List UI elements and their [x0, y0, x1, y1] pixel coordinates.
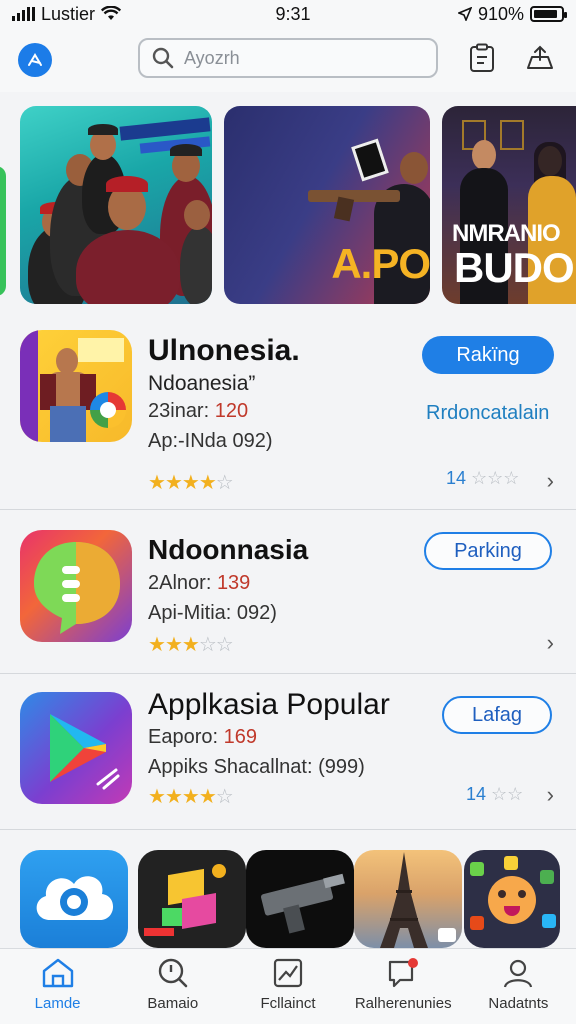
wifi-icon — [101, 6, 122, 20]
app-subtitle: Ndoanesia” — [148, 372, 256, 395]
app-list: Ulnonesia. Ndoanesia” 23inar: 120 Ap:-IN… — [0, 318, 576, 830]
banner-action-title: A.PO — [331, 240, 430, 287]
ranking-button[interactable]: Rakïng — [422, 336, 554, 374]
battery-icon — [530, 6, 567, 22]
parking-button[interactable]: Parking — [424, 532, 552, 570]
chevron-right-icon[interactable]: › — [547, 468, 554, 494]
app-title: Ndoonnasia — [148, 534, 309, 565]
category-link[interactable]: Rrdoncatalain — [426, 402, 549, 425]
app-header — [0, 28, 576, 92]
tab-label: Nadatnts — [488, 995, 549, 1012]
app-title: Ulnonesia. — [148, 334, 300, 367]
banner-drama-line2: BUDORI — [454, 244, 576, 291]
app-icon[interactable] — [20, 330, 132, 442]
profile-icon — [504, 959, 533, 988]
app-icon[interactable] — [20, 692, 132, 804]
share-icon[interactable] — [524, 42, 556, 74]
signal-icon — [12, 7, 35, 21]
blocks-game-icon[interactable] — [138, 850, 246, 948]
location-icon — [457, 7, 472, 21]
chart-icon — [273, 958, 303, 988]
tab-messages[interactable]: Ralherenunies — [346, 949, 461, 1024]
review-count: 14 ☆☆ — [466, 784, 524, 804]
tab-label: Fcllainct — [260, 995, 316, 1012]
status-time: 9:31 — [275, 3, 311, 24]
weapon-game-icon[interactable] — [246, 850, 354, 948]
app-meta: 23inar: 120 — [148, 400, 249, 422]
app-info: Api-Mitia: 092) — [148, 602, 277, 624]
status-bar: Lustier 9:31 910% — [0, 0, 576, 28]
star-rating: ★★★★☆ — [148, 472, 234, 494]
tab-charts[interactable]: Fcllainct — [230, 949, 345, 1024]
search-icon — [152, 47, 174, 69]
cloud-app-icon[interactable] — [20, 850, 128, 948]
featured-carousel[interactable]: A.PO NMRANIO BUDORI — [0, 106, 576, 306]
banner-card-team[interactable] — [20, 106, 212, 304]
list-item[interactable]: Ndoonnasia 2Alnor: 139 Api-Mitia: 092) ★… — [0, 510, 576, 674]
store-logo-icon[interactable] — [18, 43, 52, 77]
app-meta: Eaporo: 169 — [148, 726, 257, 748]
tab-label: Lamde — [34, 995, 81, 1012]
app-title: Applkasia Popular — [148, 688, 390, 721]
tab-label: Bamaio — [147, 995, 199, 1012]
app-icon-strip — [0, 850, 576, 950]
search-input[interactable] — [184, 47, 404, 69]
tab-bar: Lamde Bamaio Fcllainct Ralherenunies Nad… — [0, 948, 576, 1024]
tab-label: Ralherenunies — [354, 995, 452, 1012]
list-item[interactable]: Applkasia Popular Eaporo: 169 Appiks Sha… — [0, 674, 576, 830]
banner-card-partial[interactable] — [0, 166, 6, 296]
star-rating: ★★★☆☆ — [148, 634, 234, 656]
banner-card-action[interactable]: A.PO — [224, 106, 430, 304]
app-info: Appiks Shacallnat: (999) — [148, 756, 365, 778]
list-item[interactable]: Ulnonesia. Ndoanesia” 23inar: 120 Ap:-IN… — [0, 318, 576, 510]
star-rating: ★★★★☆ — [148, 786, 234, 808]
tab-search[interactable]: Bamaio — [115, 949, 230, 1024]
chevron-right-icon[interactable]: › — [547, 782, 554, 808]
review-count: 14 ☆☆☆ — [446, 468, 520, 488]
tower-app-icon[interactable] — [354, 850, 462, 948]
clipboard-icon[interactable] — [466, 42, 498, 74]
tab-home[interactable]: Lamde — [0, 949, 115, 1024]
lafag-button[interactable]: Lafag — [442, 696, 552, 734]
banner-card-drama[interactable]: NMRANIO BUDORI — [442, 106, 576, 304]
carrier-label: Lustier — [41, 3, 96, 24]
emoji-game-icon[interactable] — [464, 850, 560, 948]
home-icon — [42, 958, 73, 988]
search-icon — [158, 958, 188, 988]
tab-profile[interactable]: Nadatnts — [461, 949, 576, 1024]
chevron-right-icon[interactable]: › — [547, 630, 554, 656]
search-bar[interactable] — [138, 38, 438, 78]
app-info: Ap:-INda 092) — [148, 430, 273, 452]
battery-percent: 910% — [477, 3, 524, 24]
chat-icon — [389, 958, 419, 988]
app-meta: 2Alnor: 139 — [148, 572, 251, 594]
app-icon[interactable] — [20, 530, 132, 642]
